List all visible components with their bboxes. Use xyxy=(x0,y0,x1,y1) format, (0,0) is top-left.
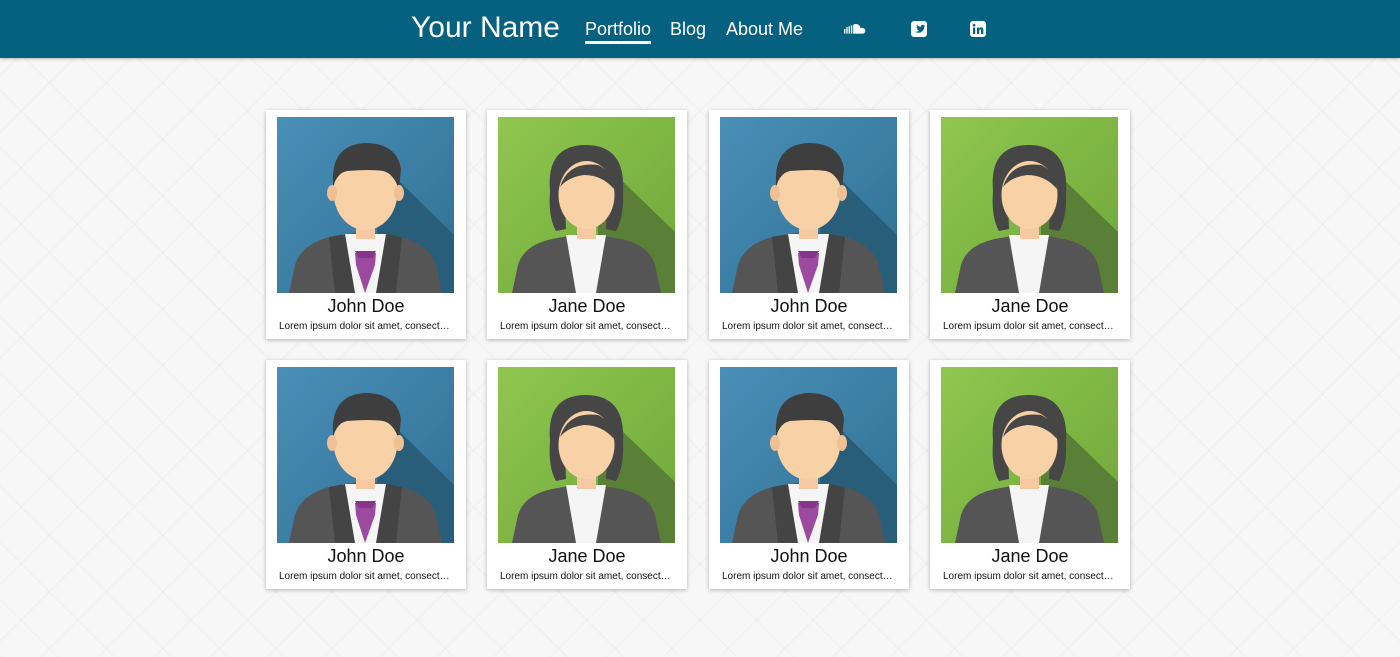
male-avatar-image xyxy=(720,117,897,293)
female-avatar-image xyxy=(498,367,675,543)
card-name: John Doe xyxy=(327,296,405,316)
male-avatar-image xyxy=(720,367,897,543)
card-name: Jane Doe xyxy=(991,296,1069,316)
nav-link-portfolio[interactable]: Portfolio xyxy=(585,18,652,44)
female-avatar-image xyxy=(941,117,1118,293)
card-description: Lorem ipsum dolor sit amet, consectetur … xyxy=(500,321,674,332)
nav-link-blog[interactable]: Blog xyxy=(670,18,706,41)
card-description: Lorem ipsum dolor sit amet, consectetur … xyxy=(500,571,674,582)
female-avatar-image xyxy=(941,367,1118,543)
card-description: Lorem ipsum dolor sit amet, consectetur … xyxy=(722,321,896,332)
card-description: Lorem ipsum dolor sit amet, consectetur … xyxy=(722,571,896,582)
card-description: Lorem ipsum dolor sit amet, consectetur … xyxy=(943,571,1117,582)
portfolio-card[interactable]: Jane Doe Lorem ipsum dolor sit amet, con… xyxy=(930,110,1130,339)
card-name: John Doe xyxy=(327,546,405,566)
card-name: Jane Doe xyxy=(548,296,626,316)
top-navbar: Your Name Portfolio Blog About Me xyxy=(0,0,1400,58)
card-name: Jane Doe xyxy=(548,546,626,566)
card-description: Lorem ipsum dolor sit amet, consectetur … xyxy=(279,321,453,332)
brand-logo-text[interactable]: Your Name xyxy=(411,10,560,46)
portfolio-card[interactable]: John Doe Lorem ipsum dolor sit amet, con… xyxy=(266,110,466,339)
linkedin-icon[interactable] xyxy=(967,19,989,39)
portfolio-card[interactable]: Jane Doe Lorem ipsum dolor sit amet, con… xyxy=(930,360,1130,589)
card-name: John Doe xyxy=(770,296,848,316)
card-description: Lorem ipsum dolor sit amet, consectetur … xyxy=(943,321,1117,332)
female-avatar-image xyxy=(498,117,675,293)
male-avatar-image xyxy=(277,117,454,293)
twitter-icon[interactable] xyxy=(908,19,930,39)
portfolio-card[interactable]: John Doe Lorem ipsum dolor sit amet, con… xyxy=(709,360,909,589)
portfolio-card[interactable]: Jane Doe Lorem ipsum dolor sit amet, con… xyxy=(487,360,687,589)
card-name: John Doe xyxy=(770,546,848,566)
soundcloud-icon[interactable] xyxy=(844,19,866,39)
male-avatar-image xyxy=(277,367,454,543)
nav-link-about-me[interactable]: About Me xyxy=(726,18,803,41)
portfolio-card[interactable]: Jane Doe Lorem ipsum dolor sit amet, con… xyxy=(487,110,687,339)
card-name: Jane Doe xyxy=(991,546,1069,566)
card-description: Lorem ipsum dolor sit amet, consectetur … xyxy=(279,571,453,582)
portfolio-card[interactable]: John Doe Lorem ipsum dolor sit amet, con… xyxy=(709,110,909,339)
portfolio-card[interactable]: John Doe Lorem ipsum dolor sit amet, con… xyxy=(266,360,466,589)
